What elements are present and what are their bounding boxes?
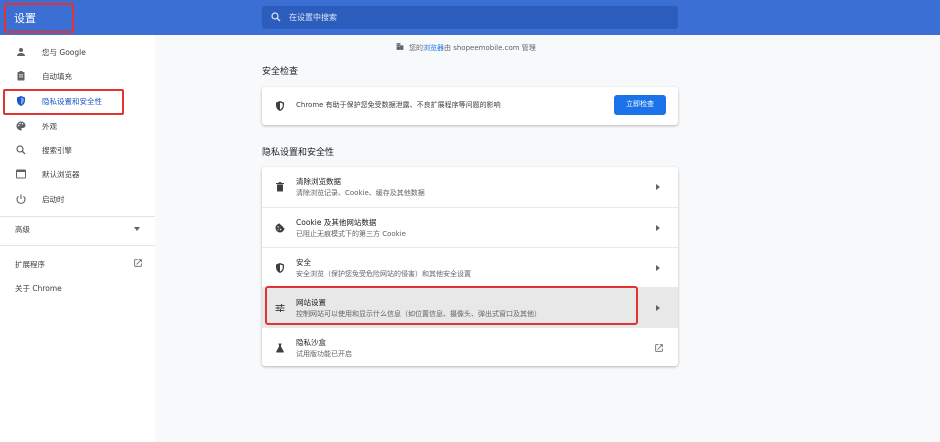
open-in-new-icon[interactable] — [133, 258, 143, 268]
sidebar-divider — [0, 216, 155, 217]
sidebar-item-label: 外观 — [42, 122, 57, 131]
chevron-down-icon[interactable] — [134, 227, 140, 231]
sidebar-divider — [0, 245, 155, 246]
sidebar-item-on-startup[interactable]: 启动时 — [0, 187, 155, 211]
safety-check-card: Chrome 有助于保护您免受数据泄露、不良扩展程序等问题的影响 立即检查 — [262, 87, 678, 125]
cookie-icon — [275, 223, 285, 233]
sidebar-item-default-browser[interactable]: 默认浏览器 — [0, 162, 155, 186]
search-icon — [16, 145, 26, 155]
safety-check-heading: 安全检查 — [262, 67, 299, 77]
sidebar-item-label: 搜索引擎 — [42, 146, 72, 155]
privacy-security-heading: 隐私设置和安全性 — [262, 148, 335, 158]
sidebar-item-label: 您与 Google — [42, 48, 86, 57]
top-bar: 设置 在设置中搜索 — [0, 0, 940, 35]
safety-check-description: Chrome 有助于保护您免受数据泄露、不良扩展程序等问题的影响 — [296, 101, 501, 109]
sidebar-item-search-engine[interactable]: 搜索引擎 — [0, 138, 155, 162]
row-subtitle: 清除浏览记录、Cookie、缓存及其他数据 — [296, 189, 425, 197]
row-subtitle: 安全浏览（保护您免受危险网站的侵害）和其他安全设置 — [296, 270, 471, 278]
person-icon — [17, 48, 25, 56]
row-subtitle: 试用版功能已开启 — [296, 350, 352, 358]
sidebar-item-appearance[interactable]: 外观 — [0, 114, 155, 138]
row-title: Cookie 及其他网站数据 — [296, 218, 377, 227]
managed-prefix: 您的 — [409, 44, 423, 52]
open-in-new-icon[interactable] — [654, 343, 664, 353]
annotation-box-site-settings — [265, 286, 638, 325]
clipboard-icon — [17, 71, 25, 81]
sidebar-item-autofill[interactable]: 自动填充 — [0, 64, 155, 88]
row-cookies[interactable]: Cookie 及其他网站数据 已阻止无痕模式下的第三方 Cookie — [262, 207, 678, 247]
annotation-box-title — [4, 3, 74, 33]
browser-icon — [16, 169, 26, 179]
sidebar-item-you-and-google[interactable]: 您与 Google — [0, 40, 155, 64]
sidebar-extensions[interactable]: 扩展程序 — [15, 259, 45, 270]
row-security[interactable]: 安全 安全浏览（保护您免受危险网站的侵害）和其他安全设置 — [262, 247, 678, 287]
managed-browser-link[interactable]: 浏览器 — [423, 44, 444, 52]
trash-icon — [276, 182, 284, 192]
row-title: 隐私沙盒 — [296, 338, 326, 347]
chevron-right-icon — [656, 225, 660, 231]
sidebar-advanced[interactable]: 高级 — [15, 224, 30, 235]
managed-suffix: 由 shopeemobile.com 管理 — [444, 44, 536, 52]
managed-notice: 您的浏览器由 shopeemobile.com 管理 — [395, 42, 536, 53]
check-now-button[interactable]: 立即检查 — [614, 95, 666, 115]
palette-icon — [16, 121, 26, 131]
annotation-box-privacy — [3, 89, 124, 115]
row-clear-browsing-data[interactable]: 清除浏览数据 清除浏览记录、Cookie、缓存及其他数据 — [262, 167, 678, 207]
row-subtitle: 已阻止无痕模式下的第三方 Cookie — [296, 230, 406, 238]
security-shield-icon — [276, 263, 284, 273]
row-title: 安全 — [296, 258, 311, 267]
search-placeholder: 在设置中搜索 — [289, 13, 337, 22]
sidebar-about-chrome[interactable]: 关于 Chrome — [15, 283, 62, 294]
search-box[interactable]: 在设置中搜索 — [262, 6, 678, 29]
security-shield-icon — [276, 101, 284, 111]
row-privacy-sandbox[interactable]: 隐私沙盒 试用版功能已开启 — [262, 327, 678, 367]
chevron-right-icon — [656, 184, 660, 190]
chevron-right-icon — [656, 265, 660, 271]
building-icon — [396, 43, 404, 50]
flask-icon — [276, 343, 284, 353]
sidebar-item-label: 自动填充 — [42, 72, 72, 81]
privacy-security-card: 清除浏览数据 清除浏览记录、Cookie、缓存及其他数据 Cookie 及其他网… — [262, 167, 678, 366]
sidebar-item-label: 默认浏览器 — [42, 170, 80, 179]
search-icon — [271, 12, 281, 22]
row-title: 清除浏览数据 — [296, 177, 341, 186]
chevron-right-icon — [656, 305, 660, 311]
power-icon — [16, 194, 26, 204]
sidebar-item-label: 启动时 — [42, 195, 65, 204]
